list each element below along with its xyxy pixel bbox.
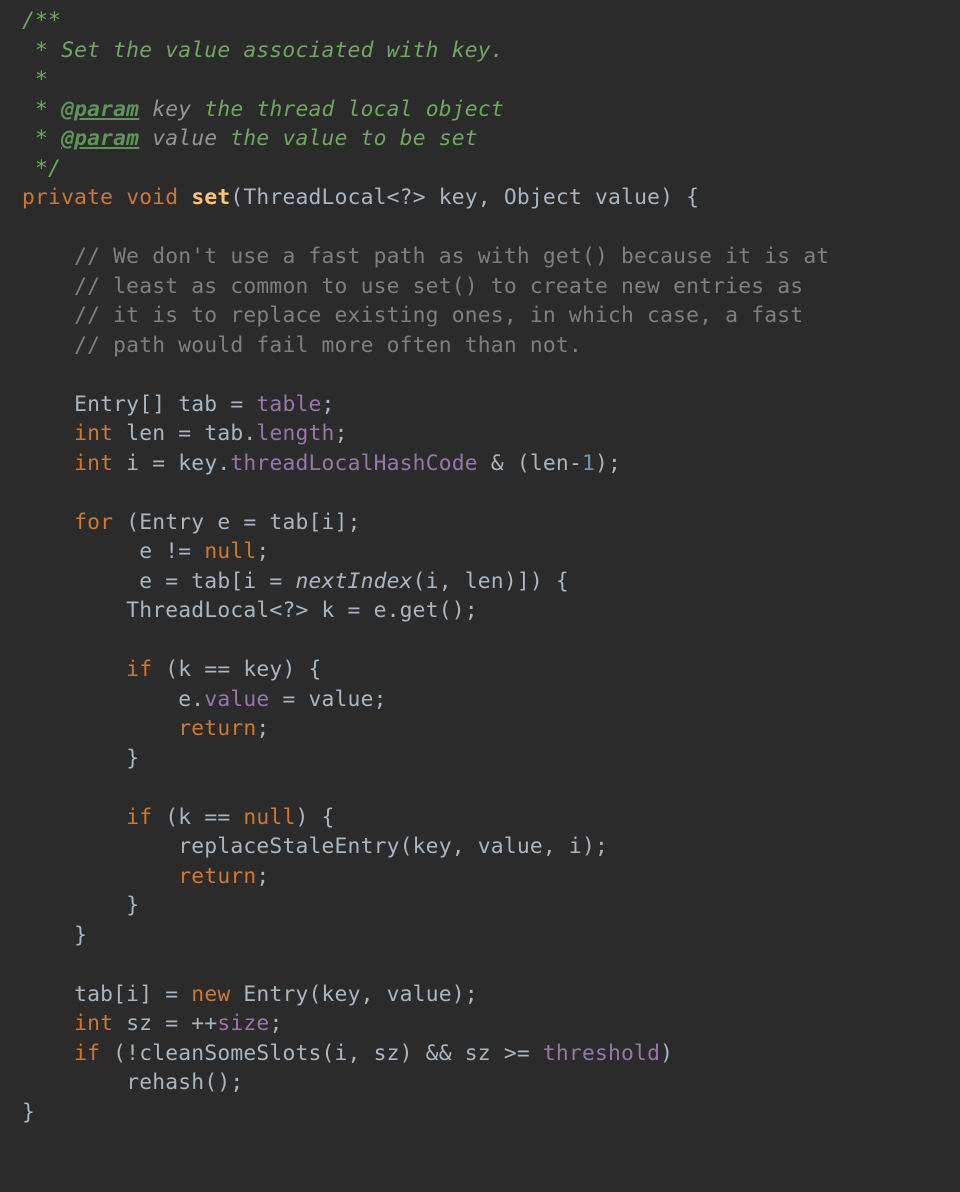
static-call: nextIndex [295,569,412,594]
keyword-int: int [74,1011,113,1036]
code-text: Entry[] tab = [74,392,256,417]
keyword-new: new [191,982,230,1007]
keyword-null: null [204,539,256,564]
brace-close: } [126,746,139,771]
javadoc-param-name: key [152,97,191,122]
javadoc-param-desc: the value to be set [230,126,477,151]
field-ref: threshold [543,1041,660,1066]
javadoc-close: */ [22,156,61,181]
code-text: replaceStaleEntry(key, value, i); [178,834,608,859]
brace-close: } [126,893,139,918]
javadoc-tag: @param [61,126,139,151]
code-editor[interactable]: /** * Set the value associated with key.… [0,0,960,1127]
method-name: set [191,185,230,210]
keyword-return: return [178,864,256,889]
javadoc-star: * [22,126,61,151]
javadoc-param-name: value [152,126,217,151]
javadoc-star: * [22,97,61,122]
keyword-int: int [74,421,113,446]
code-text: ThreadLocal<?> k = e.get(); [126,598,478,623]
keyword-if: if [74,1041,100,1066]
javadoc-line: * Set the value associated with key. [22,38,504,63]
comment-line: // We don't use a fast path as with get(… [74,244,829,269]
brace-close: } [22,1100,35,1125]
method-params: (ThreadLocal<?> key, Object value) { [230,185,699,210]
field-ref: threadLocalHashCode [230,451,477,476]
javadoc-open: /** [22,8,61,33]
keyword-int: int [74,451,113,476]
comment-line: // least as common to use set() to creat… [74,274,803,299]
javadoc-param-desc: the thread local object [204,97,504,122]
javadoc-tag: @param [61,97,139,122]
brace-close: } [74,923,87,948]
code-text: rehash(); [126,1070,243,1095]
field-ref: table [256,392,321,417]
field-ref: size [217,1011,269,1036]
comment-line: // it is to replace existing ones, in wh… [74,303,803,328]
field-ref: value [204,687,269,712]
keyword-private: private [22,185,113,210]
keyword-null: null [243,805,295,830]
field-ref: length [256,421,334,446]
keyword-for: for [74,510,113,535]
keyword-void: void [126,185,178,210]
keyword-if: if [126,805,152,830]
javadoc-blank: * [22,67,48,92]
number-literal: 1 [582,451,595,476]
keyword-return: return [178,716,256,741]
keyword-if: if [126,657,152,682]
comment-line: // path would fail more often than not. [74,333,582,358]
